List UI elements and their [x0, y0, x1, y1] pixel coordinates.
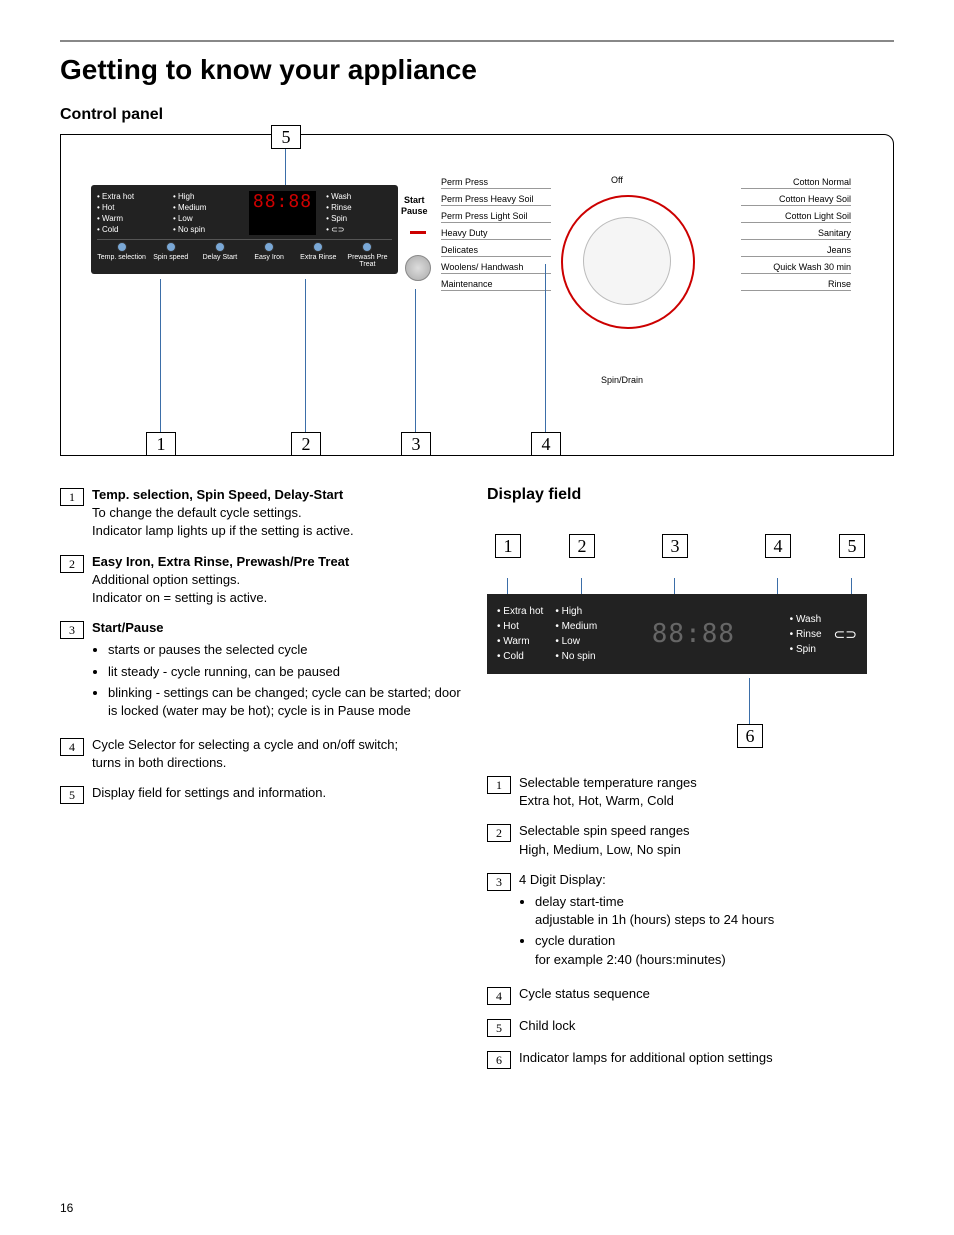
top-rule: [60, 40, 894, 42]
callout-5: 5: [271, 125, 301, 149]
df-callout-6: 6: [737, 724, 763, 748]
spin-col: High Medium Low No spin: [173, 191, 239, 235]
dial-left-labels: Perm Press Perm Press Heavy Soil Perm Pr…: [441, 175, 551, 294]
control-panel-diagram: Extra hot Hot Warm Cold High Medium Low …: [60, 134, 894, 456]
dial-right-labels: Cotton Normal Cotton Heavy Soil Cotton L…: [741, 175, 851, 294]
phase-col: Wash Rinse Spin ⊂⊃: [326, 191, 392, 235]
lock-icon: ⊂⊃: [326, 224, 392, 235]
section-control-panel: Control panel: [60, 106, 894, 124]
df-callout-5: 5: [839, 534, 865, 558]
digit-display: 88:88: [249, 191, 316, 235]
callout-1: 1: [146, 432, 176, 456]
temp-col: Extra hot Hot Warm Cold: [97, 191, 163, 235]
start-pause-label: StartPause: [401, 195, 428, 217]
start-pause-indicator: [410, 231, 426, 234]
df-temp-col: Extra hot Hot Warm Cold: [497, 604, 543, 664]
right-column: Display field 1 2 3 4 5 Extra hot Hot: [487, 486, 894, 1081]
display-field-diagram: 1 2 3 4 5 Extra hot Hot Warm Cold: [487, 514, 894, 754]
callout-2: 2: [291, 432, 321, 456]
left-definitions: 1 Temp. selection, Spin Speed, Delay-Sta…: [60, 486, 467, 1081]
dial-knob: [583, 217, 671, 305]
dial-off-label: Off: [611, 175, 623, 185]
df-digit-display: 88:88: [609, 619, 778, 649]
start-pause-button: [405, 255, 431, 281]
callout-3: 3: [401, 432, 431, 456]
section-display-field: Display field: [487, 486, 894, 504]
option-buttons: Temp. selection Spin speed Delay Start E…: [97, 239, 392, 268]
df-lock-icon: ⊂⊃: [834, 626, 857, 643]
df-phase-col: Wash Rinse Spin: [790, 612, 822, 657]
display-module: Extra hot Hot Warm Cold High Medium Low …: [91, 185, 398, 274]
callout-4: 4: [531, 432, 561, 456]
dial-spin-drain-label: Spin/Drain: [601, 375, 643, 385]
df-callout-2: 2: [569, 534, 595, 558]
page-title: Getting to know your appliance: [60, 54, 894, 86]
df-module: Extra hot Hot Warm Cold High Medium Low …: [487, 594, 867, 674]
page-number: 16: [60, 1201, 73, 1215]
df-spin-col: High Medium Low No spin: [555, 604, 597, 664]
df-callout-1: 1: [495, 534, 521, 558]
df-callout-4: 4: [765, 534, 791, 558]
df-callout-3: 3: [662, 534, 688, 558]
